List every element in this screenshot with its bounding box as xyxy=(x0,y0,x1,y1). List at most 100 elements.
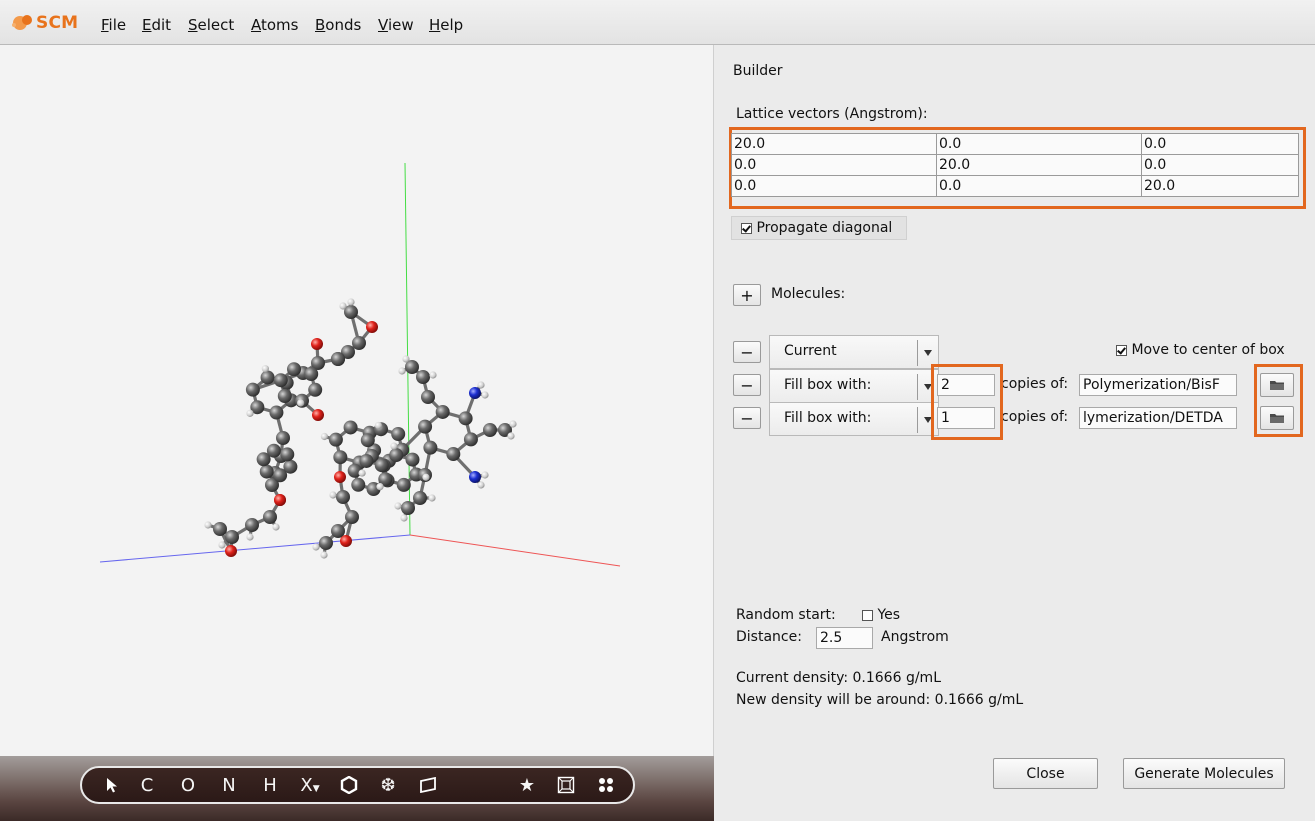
hydrogen-atom[interactable] xyxy=(218,541,226,549)
hydrogen-atom[interactable] xyxy=(422,473,430,481)
carbon-atom[interactable] xyxy=(345,510,359,524)
hydrogen-atom[interactable] xyxy=(507,432,515,440)
hydrogen-atom[interactable] xyxy=(481,471,489,479)
distance-input[interactable]: 2.5 xyxy=(816,627,873,649)
hydrogen-atom[interactable] xyxy=(402,355,410,363)
propagate-diagonal-checkbox[interactable]: Propagate diagonal xyxy=(731,216,907,240)
lattice-cell[interactable]: 20.0 xyxy=(1141,175,1299,197)
carbon-atom[interactable] xyxy=(336,490,350,504)
propagate-diagonal-check[interactable] xyxy=(741,222,752,234)
hydrogen-atom[interactable] xyxy=(272,523,280,531)
carbon-atom[interactable] xyxy=(421,390,435,404)
move-to-center-checkbox[interactable]: Move to center of box xyxy=(1116,342,1285,358)
box-icon[interactable] xyxy=(553,768,579,802)
hydrogen-atom[interactable] xyxy=(429,371,437,379)
nitrogen-button[interactable]: N xyxy=(216,768,242,802)
carbon-atom[interactable] xyxy=(328,432,343,447)
hydrogen-button[interactable]: H xyxy=(257,768,283,802)
nitrogen-atom[interactable] xyxy=(469,471,481,483)
hydrogen-atom[interactable] xyxy=(509,420,517,428)
oxygen-atom[interactable] xyxy=(366,321,378,333)
carbon-atom[interactable] xyxy=(263,510,277,524)
menu-bonds[interactable]: Bonds xyxy=(315,16,361,34)
star-icon[interactable]: ★ xyxy=(514,768,540,802)
menu-atoms[interactable]: Atoms xyxy=(251,16,299,34)
carbon-atom[interactable] xyxy=(343,420,358,435)
carbon-atom[interactable] xyxy=(352,336,366,350)
random-start-checkbox[interactable]: Yes xyxy=(862,607,900,623)
carbon-atom[interactable] xyxy=(396,477,411,492)
remove-molecule-button[interactable]: − xyxy=(733,374,761,396)
nitrogen-atom[interactable] xyxy=(469,387,481,399)
menu-file[interactable]: File xyxy=(101,16,126,34)
carbon-atom[interactable] xyxy=(418,419,433,434)
lattice-cell[interactable]: 20.0 xyxy=(731,133,937,155)
carbon-atom[interactable] xyxy=(287,362,302,377)
select-arrow-icon[interactable] xyxy=(100,768,124,802)
carbon-atom[interactable] xyxy=(269,405,284,420)
hydrogen-atom[interactable] xyxy=(204,521,212,529)
carbon-atom[interactable] xyxy=(458,411,473,426)
remove-molecule-button[interactable]: − xyxy=(733,407,761,429)
carbon-atom[interactable] xyxy=(423,440,438,455)
carbon-atom[interactable] xyxy=(260,370,275,385)
menu-select[interactable]: Select xyxy=(188,16,234,34)
carbon-button[interactable]: C xyxy=(134,768,160,802)
close-button[interactable]: Close xyxy=(993,758,1098,789)
hydrogen-atom[interactable] xyxy=(376,483,384,491)
carbon-atom[interactable] xyxy=(280,447,295,462)
hydrogen-atom[interactable] xyxy=(390,442,398,450)
hydrogen-atom[interactable] xyxy=(261,365,269,373)
molecule-scene[interactable] xyxy=(0,45,713,756)
move-to-center-check[interactable] xyxy=(1116,344,1127,356)
hydrogen-atom[interactable] xyxy=(477,481,485,489)
carbon-atom[interactable] xyxy=(245,518,259,532)
menu-view[interactable]: View xyxy=(378,16,414,34)
carbon-atom[interactable] xyxy=(333,450,348,465)
carbon-atom[interactable] xyxy=(389,448,404,463)
oxygen-button[interactable]: O xyxy=(175,768,201,802)
generate-molecules-button[interactable]: Generate Molecules xyxy=(1123,758,1285,789)
lattice-cell[interactable]: 0.0 xyxy=(1141,133,1299,155)
carbon-atom[interactable] xyxy=(213,522,227,536)
hexagon-icon[interactable] xyxy=(336,768,362,802)
carbon-atom[interactable] xyxy=(273,468,288,483)
carbon-atom[interactable] xyxy=(435,404,450,419)
carbon-atom[interactable] xyxy=(360,433,375,448)
oxygen-atom[interactable] xyxy=(225,545,237,557)
lattice-cell[interactable]: 0.0 xyxy=(936,175,1142,197)
carbon-atom[interactable] xyxy=(351,477,366,492)
hydrogen-atom[interactable] xyxy=(394,502,402,510)
dots-icon[interactable] xyxy=(593,768,619,802)
parallelogram-icon[interactable] xyxy=(415,768,441,802)
carbon-atom[interactable] xyxy=(374,458,389,473)
carbon-atom[interactable] xyxy=(413,491,427,505)
carbon-atom[interactable] xyxy=(304,366,319,381)
carbon-atom[interactable] xyxy=(446,447,461,462)
carbon-atom[interactable] xyxy=(259,464,274,479)
molecule-path-input[interactable]: lymerization/DETDA xyxy=(1079,407,1237,429)
lattice-cell[interactable]: 0.0 xyxy=(731,154,937,176)
hydrogen-atom[interactable] xyxy=(339,302,347,310)
oxygen-atom[interactable] xyxy=(334,471,346,483)
carbon-atom[interactable] xyxy=(331,352,345,366)
carbon-atom[interactable] xyxy=(401,501,415,515)
hydrogen-atom[interactable] xyxy=(320,432,329,441)
carbon-atom[interactable] xyxy=(225,530,239,544)
hydrogen-atom[interactable] xyxy=(481,391,489,399)
oxygen-atom[interactable] xyxy=(312,409,324,421)
oxygen-atom[interactable] xyxy=(340,535,352,547)
carbon-atom[interactable] xyxy=(359,453,374,468)
carbon-atom[interactable] xyxy=(245,382,260,397)
menu-edit[interactable]: Edit xyxy=(142,16,171,34)
remove-molecule-button[interactable]: − xyxy=(733,341,761,363)
random-start-check[interactable] xyxy=(862,609,873,621)
molecule-viewport[interactable]: C O N H X ▼ ❆ ★ xyxy=(0,45,714,821)
other-element-button[interactable]: X ▼ xyxy=(293,768,327,802)
carbon-atom[interactable] xyxy=(405,452,420,467)
carbon-atom[interactable] xyxy=(277,389,292,404)
hydrogen-atom[interactable] xyxy=(477,381,485,389)
hydrogen-atom[interactable] xyxy=(312,543,320,551)
molecule-path-input[interactable]: Polymerization/BisF xyxy=(1079,374,1237,396)
molecule-source-select[interactable]: Fill box with: xyxy=(769,369,939,403)
